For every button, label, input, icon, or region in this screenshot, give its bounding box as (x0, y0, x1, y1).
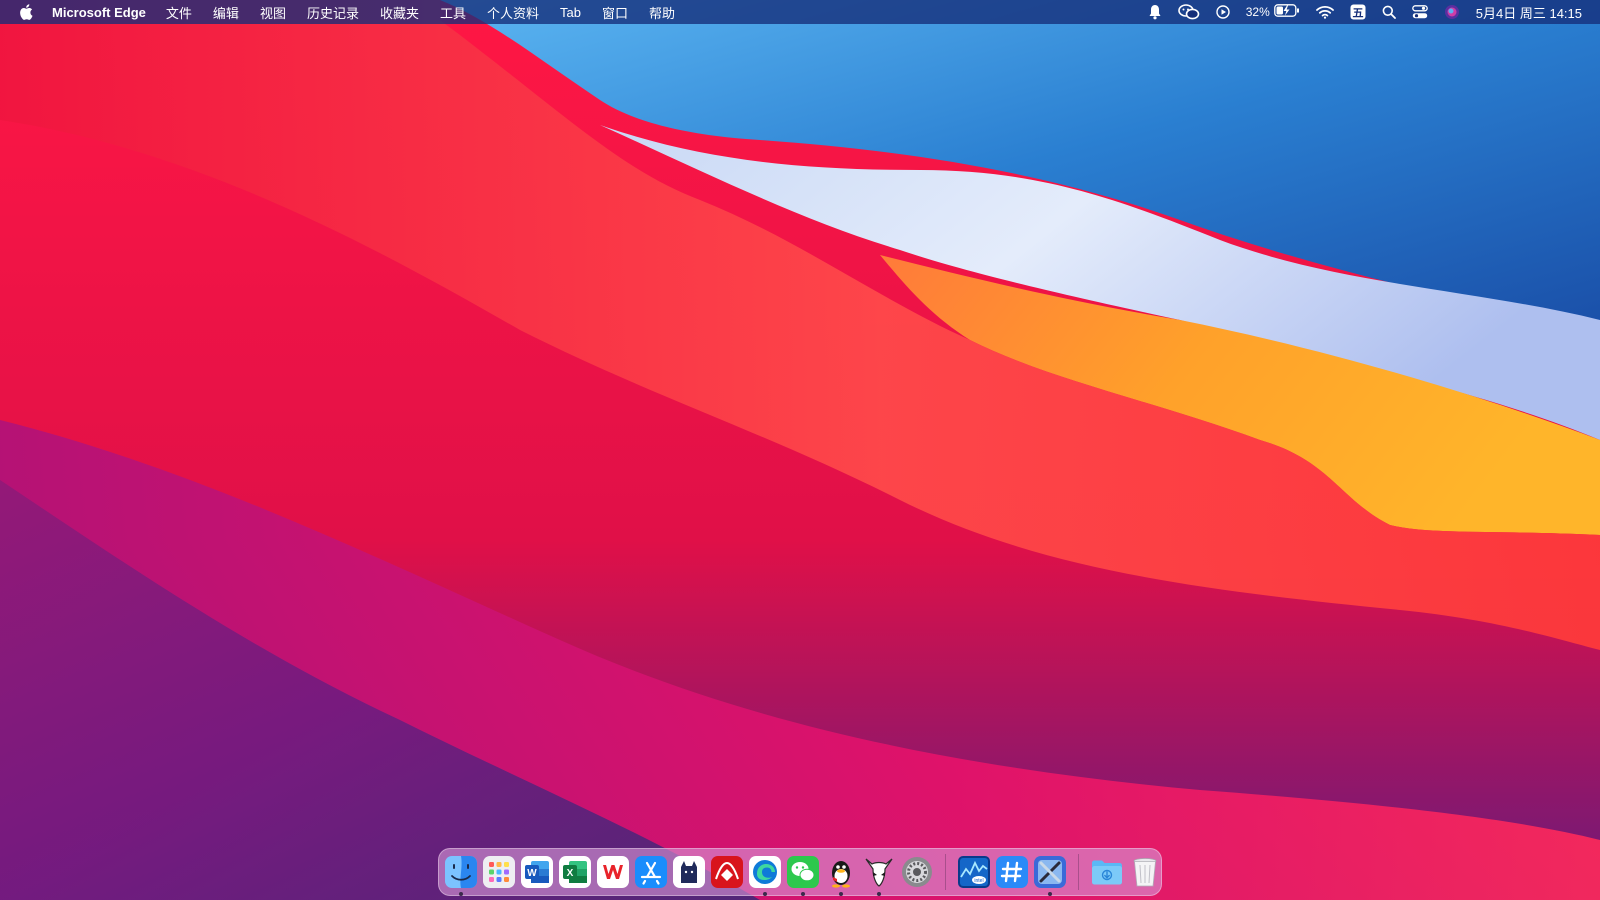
dock-item-developer-tool[interactable] (1033, 855, 1067, 896)
dock-item-wechat[interactable] (786, 855, 820, 896)
menu-bar-clock[interactable]: 5月4日 周三 14:15 (1476, 3, 1582, 22)
dock-item-intel-power-gadget[interactable]: intel (957, 855, 991, 889)
play-icon[interactable] (1216, 0, 1230, 24)
siri-icon[interactable] (1444, 0, 1460, 24)
running-indicator (877, 892, 881, 896)
edge-icon (749, 856, 781, 888)
excel-icon: X (559, 856, 591, 888)
dock-item-red-app[interactable] (710, 855, 744, 889)
wps-icon (597, 856, 629, 888)
finder-icon (445, 856, 477, 888)
menu-help[interactable]: 帮助 (649, 3, 675, 22)
menu-profile[interactable]: 个人资料 (487, 3, 539, 22)
control-center-icon[interactable] (1411, 0, 1428, 24)
battery-charging-icon (1273, 4, 1300, 20)
dock-separator (1078, 854, 1079, 890)
launchpad-icon (483, 856, 515, 888)
dock-item-cat-app[interactable] (672, 855, 706, 889)
menu-bar: Microsoft Edge 文件 编辑 视图 历史记录 收藏夹 工具 个人资料… (0, 0, 1600, 24)
wifi-icon[interactable] (1315, 0, 1334, 24)
alien-app-icon (865, 858, 893, 887)
qq-icon (832, 861, 850, 888)
dock-item-launchpad[interactable] (482, 855, 516, 889)
svg-text:W: W (527, 868, 537, 879)
input-method-icon[interactable]: 五 (1350, 0, 1366, 24)
menu-file[interactable]: 文件 (166, 3, 192, 22)
active-app-name[interactable]: Microsoft Edge (52, 5, 146, 20)
red-app-icon (711, 856, 743, 888)
input-method-glyph: 五 (1352, 7, 1363, 20)
battery-percent: 32% (1245, 5, 1270, 19)
notification-bell-icon[interactable] (1148, 0, 1162, 24)
wechat-status-icon[interactable] (1177, 0, 1200, 24)
developer-tool-icon (1034, 856, 1066, 888)
dock-item-downloads[interactable] (1090, 855, 1124, 889)
dock-item-excel[interactable]: X (558, 855, 592, 889)
wechat-icon (787, 856, 819, 888)
menu-window[interactable]: 窗口 (602, 3, 628, 22)
intel-power-gadget-icon: intel (958, 856, 990, 888)
running-indicator (459, 892, 463, 896)
menu-tab[interactable]: Tab (560, 5, 581, 20)
menu-view[interactable]: 视图 (260, 3, 286, 22)
menu-bar-left: Microsoft Edge 文件 编辑 视图 历史记录 收藏夹 工具 个人资料… (0, 0, 696, 24)
running-indicator (1048, 892, 1052, 896)
dock-item-wps[interactable] (596, 855, 630, 889)
menu-bar-status-area: 32% 五 5月4日 周三 14:15 (1132, 0, 1582, 24)
menu-edit[interactable]: 编辑 (213, 3, 239, 22)
spotlight-search-icon[interactable] (1382, 0, 1396, 24)
running-indicator (839, 892, 843, 896)
trash-icon (1133, 858, 1157, 887)
dock-item-edge[interactable] (748, 855, 782, 896)
svg-text:intel: intel (974, 878, 983, 884)
dock-item-system-preferences[interactable] (900, 855, 934, 889)
dock-item-trash[interactable] (1128, 855, 1162, 889)
dock-item-finder[interactable] (444, 855, 478, 896)
dock-separator (945, 854, 946, 890)
desktop-wallpaper (0, 0, 1600, 900)
battery-status[interactable]: 32% (1246, 0, 1300, 24)
menu-tools[interactable]: 工具 (440, 3, 466, 22)
apple-logo-icon[interactable] (18, 0, 34, 24)
dock: W X intel (438, 848, 1162, 896)
downloads-folder-icon (1092, 860, 1122, 885)
system-preferences-icon (902, 857, 932, 887)
cat-app-icon (673, 856, 705, 888)
menu-history[interactable]: 历史记录 (307, 3, 359, 22)
dock-item-qq[interactable] (824, 855, 858, 896)
desktop[interactable]: Microsoft Edge 文件 编辑 视图 历史记录 收藏夹 工具 个人资料… (0, 0, 1600, 900)
running-indicator (801, 892, 805, 896)
dock-item-app-store[interactable] (634, 855, 668, 889)
dock-item-hashtag-app[interactable] (995, 855, 1029, 889)
hashtag-icon (996, 856, 1028, 888)
dock-item-alien-app[interactable] (862, 855, 896, 896)
word-icon: W (521, 856, 553, 888)
dock-item-word[interactable]: W (520, 855, 554, 889)
running-indicator (763, 892, 767, 896)
svg-text:X: X (567, 868, 574, 879)
app-store-icon (635, 856, 667, 888)
menu-favorites[interactable]: 收藏夹 (380, 3, 419, 22)
